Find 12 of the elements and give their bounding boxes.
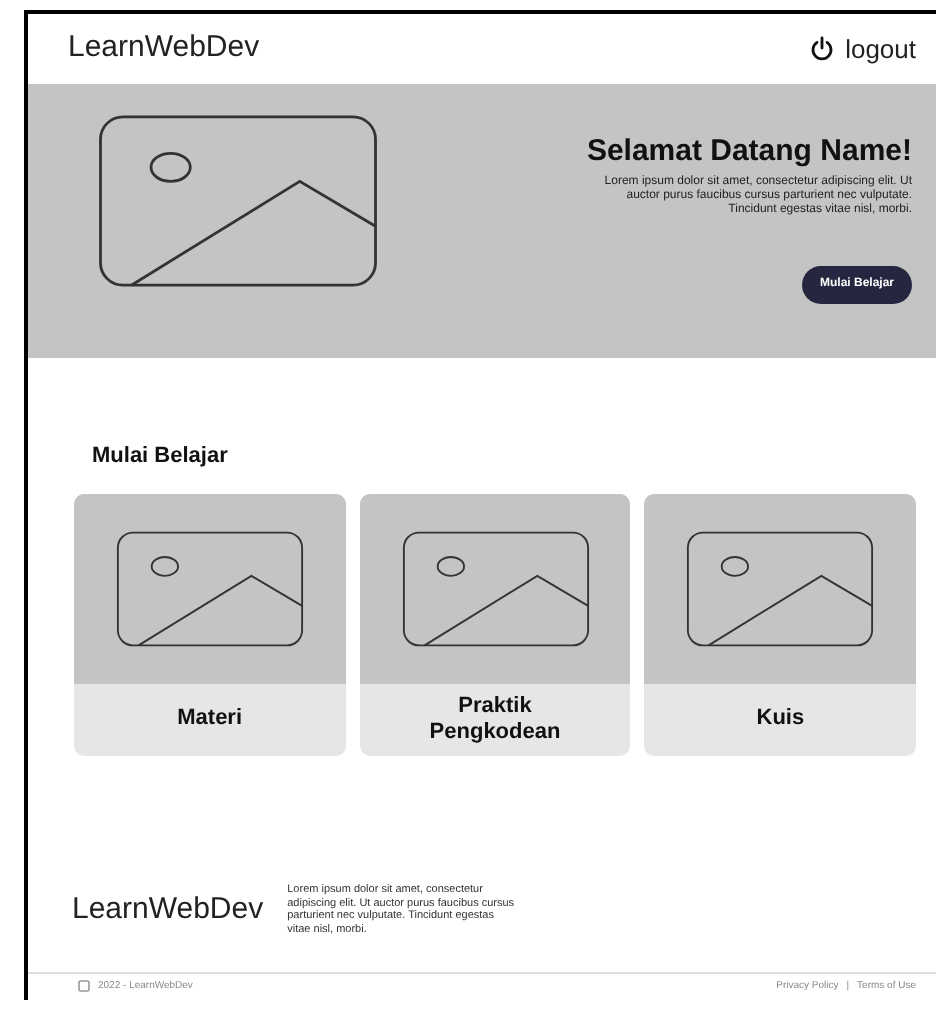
section-title: Mulai Belajar xyxy=(92,442,230,472)
course-card[interactable]: Kuis xyxy=(644,493,917,755)
power-icon xyxy=(809,36,834,62)
footer-brand: LearnWebDev xyxy=(72,889,264,930)
image-placeholder-icon xyxy=(686,529,875,647)
logout-button[interactable]: logout xyxy=(809,29,916,69)
hero-title: Selamat Datang Name! xyxy=(586,134,912,170)
image-placeholder-icon xyxy=(115,529,304,647)
image-placeholder-icon xyxy=(401,529,589,647)
navbar-brand[interactable]: LearnWebDev xyxy=(68,26,260,72)
course-card[interactable]: Materi xyxy=(74,493,346,755)
course-card[interactable]: Praktik Pengkodean xyxy=(359,493,631,755)
